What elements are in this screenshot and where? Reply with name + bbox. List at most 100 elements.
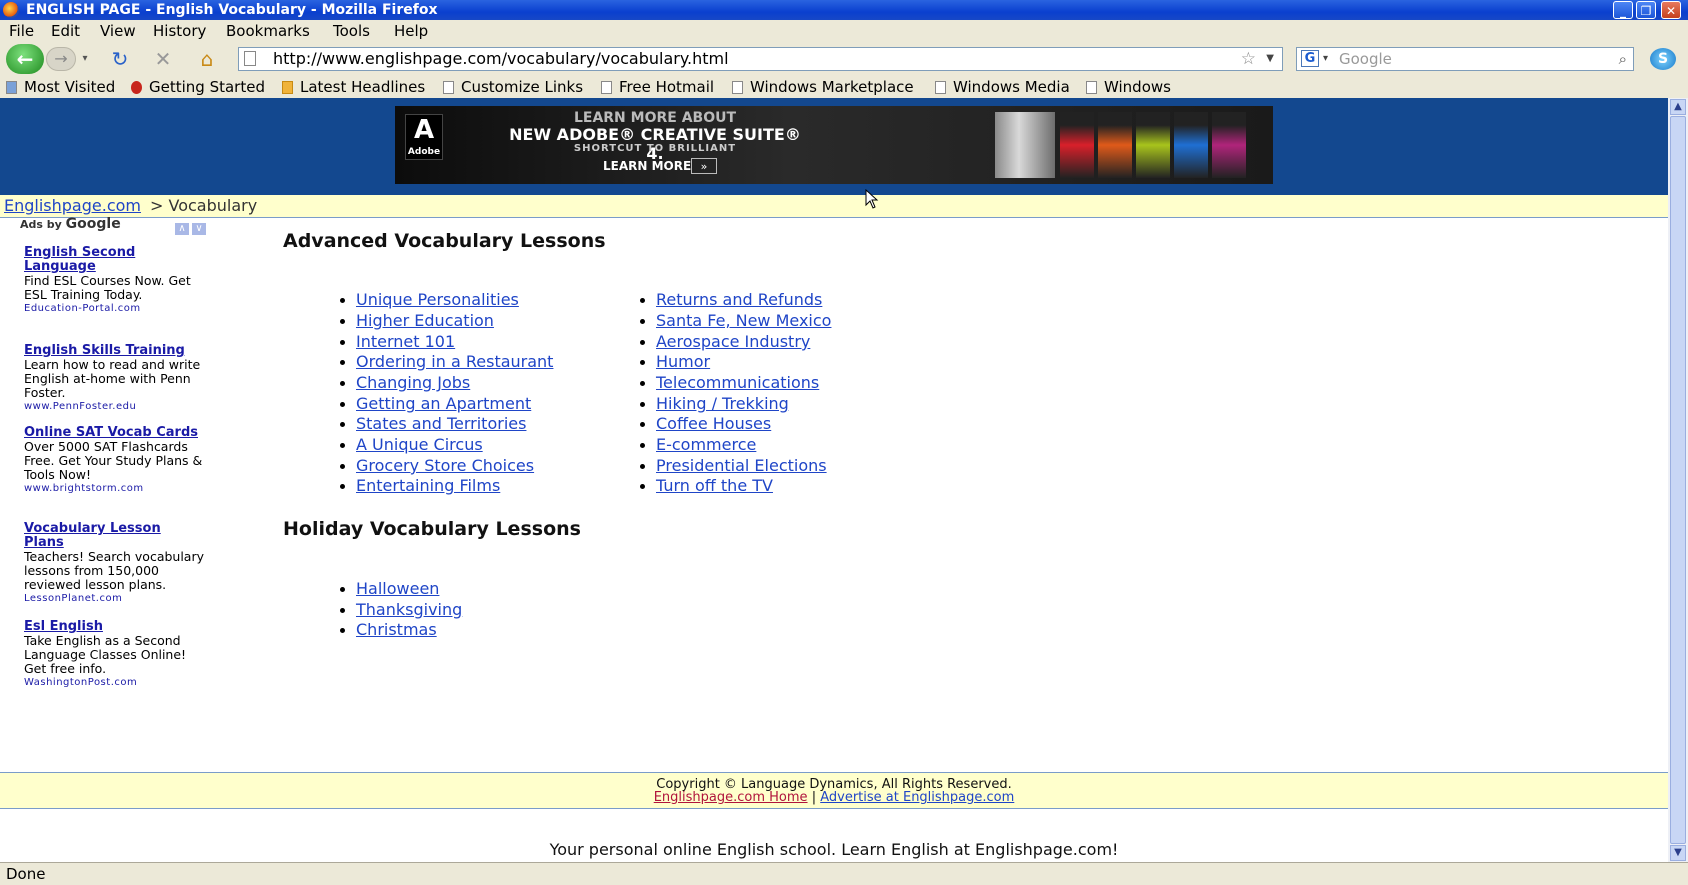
lesson-link[interactable]: States and Territories xyxy=(356,414,526,434)
lesson-link[interactable]: Hiking / Trekking xyxy=(656,394,789,414)
lesson-link[interactable]: Ordering in a Restaurant xyxy=(356,352,553,372)
double-chevron-icon[interactable]: » xyxy=(691,158,717,174)
footer: Copyright © Language Dynamics, All Right… xyxy=(0,772,1668,809)
lesson-link[interactable]: Aerospace Industry xyxy=(656,332,810,352)
ad-url[interactable]: WashingtonPost.com xyxy=(24,676,204,690)
ad-url[interactable]: www.PennFoster.edu xyxy=(24,400,204,414)
close-button[interactable]: ✕ xyxy=(1661,1,1681,19)
previous-ads-icon[interactable]: ∧ xyxy=(175,223,189,235)
search-icon[interactable]: ⌕ xyxy=(1619,48,1627,70)
bookmark-windows[interactable]: Windows xyxy=(1086,76,1171,98)
lesson-link[interactable]: Changing Jobs xyxy=(356,373,470,393)
history-dropdown-icon[interactable]: ▾ xyxy=(78,46,92,72)
bookmark-free-hotmail[interactable]: Free Hotmail xyxy=(601,76,714,98)
bullet xyxy=(340,464,345,469)
menu-history[interactable]: History xyxy=(153,20,206,42)
bullet xyxy=(340,340,345,345)
search-engine-dropdown-icon[interactable]: ▾ xyxy=(1323,48,1328,70)
lesson-link[interactable]: Coffee Houses xyxy=(656,414,771,434)
bullet xyxy=(340,422,345,427)
ad-url[interactable]: www.brightstorm.com xyxy=(24,482,204,496)
breadcrumb-home-link[interactable]: Englishpage.com xyxy=(4,195,141,217)
google-ad[interactable]: Online SAT Vocab Cards Over 5000 SAT Fla… xyxy=(24,426,204,496)
lesson-link[interactable]: Telecommunications xyxy=(656,373,819,393)
lesson-link[interactable]: Grocery Store Choices xyxy=(356,456,534,476)
page-icon xyxy=(732,81,743,94)
bookmark-getting-started[interactable]: Getting Started xyxy=(131,76,265,98)
minimize-button[interactable]: _ xyxy=(1613,1,1633,19)
home-link[interactable]: Englishpage.com Home xyxy=(654,790,808,805)
page-icon xyxy=(601,81,612,94)
skype-icon[interactable]: S xyxy=(1650,48,1676,70)
url-bar[interactable]: http://www.englishpage.com/vocabulary/vo… xyxy=(238,47,1283,71)
google-ad[interactable]: Vocabulary Lesson Plans Teachers! Search… xyxy=(24,522,204,606)
back-button[interactable]: ← xyxy=(6,44,44,74)
lesson-link[interactable]: E-commerce xyxy=(656,435,756,455)
lesson-link[interactable]: Higher Education xyxy=(356,311,494,331)
lesson-link[interactable]: Presidential Elections xyxy=(656,456,827,476)
lesson-link[interactable]: Turn off the TV xyxy=(656,476,773,496)
next-ads-icon[interactable]: ∨ xyxy=(192,223,206,235)
header-banner: A Adobe LEARN MORE ABOUT NEW ADOBE® CREAT… xyxy=(0,98,1668,196)
holiday-link[interactable]: Halloween xyxy=(356,579,439,599)
url-dropdown-icon[interactable]: ▼ xyxy=(1266,48,1274,70)
holiday-link[interactable]: Thanksgiving xyxy=(356,600,462,620)
firefox-bookmark-icon xyxy=(131,81,142,94)
ad-url[interactable]: Education-Portal.com xyxy=(24,302,204,316)
menu-file[interactable]: File xyxy=(9,20,34,42)
maximize-button[interactable]: ❐ xyxy=(1636,1,1656,19)
menu-edit[interactable]: Edit xyxy=(51,20,80,42)
ad-body: Teachers! Search vocabulary lessons from… xyxy=(24,549,205,592)
bookmark-customize-links[interactable]: Customize Links xyxy=(443,76,583,98)
bullet xyxy=(340,587,345,592)
ad-title[interactable]: English Skills Training xyxy=(24,344,204,358)
lesson-link[interactable]: Returns and Refunds xyxy=(656,290,822,310)
ad-title[interactable]: Esl English xyxy=(24,620,204,634)
search-engine-icon[interactable]: G xyxy=(1301,50,1319,67)
window-title: ENGLISH PAGE - English Vocabulary - Mozi… xyxy=(26,2,438,18)
vertical-scrollbar[interactable]: ▲ ▼ xyxy=(1668,98,1688,862)
ad-title[interactable]: English Second Language xyxy=(24,246,204,274)
folder-icon xyxy=(6,81,17,94)
menu-tools[interactable]: Tools xyxy=(333,20,370,42)
stop-icon[interactable]: ✕ xyxy=(150,46,176,72)
reload-icon[interactable]: ↻ xyxy=(107,46,133,72)
scrollbar-thumb[interactable] xyxy=(1670,116,1686,844)
scroll-up-icon[interactable]: ▲ xyxy=(1670,99,1686,115)
ad-cta[interactable]: LEARN MORE xyxy=(603,159,691,173)
ad-title[interactable]: Online SAT Vocab Cards xyxy=(24,426,204,440)
bookmark-star-icon[interactable]: ☆ xyxy=(1241,48,1256,70)
navigation-toolbar: ← → ▾ ↻ ✕ ⌂ http://www.englishpage.com/v… xyxy=(0,42,1688,76)
menu-help[interactable]: Help xyxy=(394,20,428,42)
bullet xyxy=(640,298,645,303)
google-ad[interactable]: Esl English Take English as a Second Lan… xyxy=(24,620,204,690)
lesson-link[interactable]: A Unique Circus xyxy=(356,435,483,455)
menu-bookmarks[interactable]: Bookmarks xyxy=(226,20,310,42)
google-ad[interactable]: English Second Language Find ESL Courses… xyxy=(24,246,204,316)
ad-url[interactable]: LessonPlanet.com xyxy=(24,592,204,606)
menu-view[interactable]: View xyxy=(100,20,136,42)
adobe-banner-ad[interactable]: A Adobe LEARN MORE ABOUT NEW ADOBE® CREAT… xyxy=(395,106,1273,184)
lesson-link[interactable]: Humor xyxy=(656,352,710,372)
bookmark-latest-headlines[interactable]: Latest Headlines xyxy=(282,76,425,98)
scroll-down-icon[interactable]: ▼ xyxy=(1670,845,1686,861)
ads-by-google-label[interactable]: Ads by Google xyxy=(20,216,121,232)
search-box[interactable]: G ▾ Google ⌕ xyxy=(1296,47,1634,71)
lesson-link[interactable]: Getting an Apartment xyxy=(356,394,531,414)
lesson-link[interactable]: Santa Fe, New Mexico xyxy=(656,311,831,331)
home-icon[interactable]: ⌂ xyxy=(193,46,221,72)
forward-button[interactable]: → xyxy=(46,47,76,71)
bookmark-most-visited[interactable]: Most Visited xyxy=(6,76,115,98)
lesson-link[interactable]: Internet 101 xyxy=(356,332,455,352)
bookmark-windows-media[interactable]: Windows Media xyxy=(935,76,1070,98)
ad-title[interactable]: Vocabulary Lesson Plans xyxy=(24,522,204,550)
bullet xyxy=(640,381,645,386)
lesson-link[interactable]: Entertaining Films xyxy=(356,476,500,496)
holiday-link[interactable]: Christmas xyxy=(356,620,437,640)
ad-body: Find ESL Courses Now. Get ESL Training T… xyxy=(24,273,191,302)
lesson-link[interactable]: Unique Personalities xyxy=(356,290,519,310)
google-ad[interactable]: English Skills Training Learn how to rea… xyxy=(24,344,204,414)
bookmark-windows-marketplace[interactable]: Windows Marketplace xyxy=(732,76,914,98)
advertise-link[interactable]: Advertise at Englishpage.com xyxy=(820,790,1014,805)
bullet xyxy=(340,443,345,448)
